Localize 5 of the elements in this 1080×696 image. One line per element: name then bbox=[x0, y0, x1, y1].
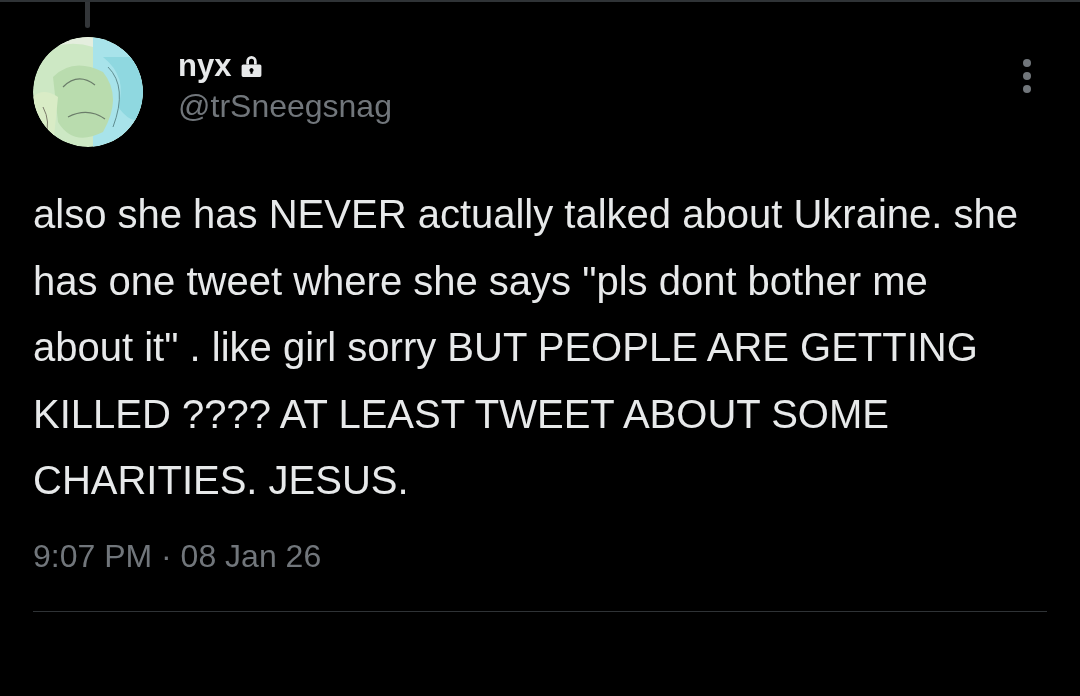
timestamp[interactable]: 9:07 PM · 08 Jan 26 bbox=[33, 537, 1047, 575]
more-icon[interactable] bbox=[1023, 59, 1031, 93]
display-name[interactable]: nyx bbox=[178, 48, 232, 84]
tweet-text: also she has NEVER actually talked about Ukraine. she has one tweet where she says "pls dont bother me about it" . like girl sorry BUT PEOPLE ARE GETTING KILLED ???? AT LEAST TWEET ABOUT SOME CHARITIES. JESUS. bbox=[33, 191, 1019, 505]
user-handle[interactable]: @trSneegsnag bbox=[178, 88, 1023, 125]
